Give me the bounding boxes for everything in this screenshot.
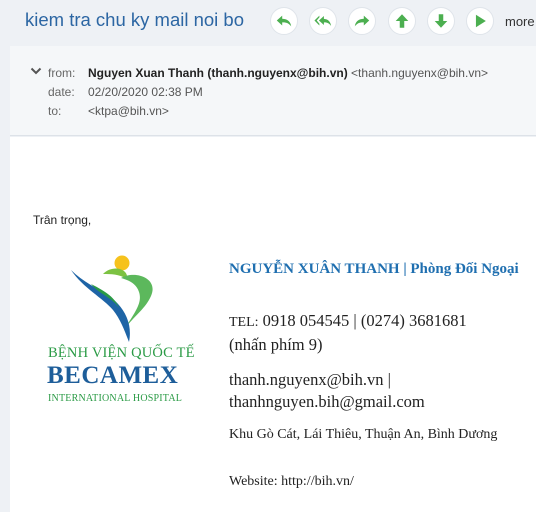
from-label: from:	[48, 66, 76, 80]
signature-phone: TEL: 0918 054545 | (0274) 3681681 (nhấn …	[229, 310, 469, 356]
reply-icon	[276, 15, 292, 27]
signature-name: NGUYỄN XUÂN THANH | Phòng Đối Ngoại	[229, 261, 519, 277]
date-label: date:	[48, 85, 75, 99]
reply-button[interactable]	[270, 7, 298, 35]
arrow-down-icon	[434, 14, 448, 28]
message-body: Trân trọng, BỆNH VIỆN QUỐC TẾ BECAMEX IN…	[10, 137, 536, 512]
more-button[interactable]: more	[505, 14, 535, 29]
chevron-down-icon[interactable]	[30, 65, 42, 77]
signature-emails[interactable]: thanh.nguyenx@bih.vn | thanhnguyen.bih@g…	[229, 369, 489, 413]
logo-emblem-icon	[71, 255, 153, 342]
signature-website[interactable]: Website: http://bih.vn/	[229, 474, 354, 490]
reply-all-icon	[314, 15, 332, 26]
logo-line-2: BECAMEX	[47, 362, 179, 389]
message-subject: kiem tra chu ky mail noi bo	[25, 9, 245, 30]
phone-label: TEL:	[229, 315, 259, 330]
date-value: 02/20/2020 02:38 PM	[88, 85, 203, 99]
previous-message-button[interactable]	[388, 7, 416, 35]
greeting-text: Trân trọng,	[33, 213, 92, 227]
logo-line-3: INTERNATIONAL HOSPITAL	[48, 393, 183, 404]
forward-icon	[354, 15, 370, 27]
from-email[interactable]: <thanh.nguyenx@bih.vn>	[351, 66, 488, 80]
arrow-up-icon	[395, 14, 409, 28]
from-name[interactable]: Nguyen Xuan Thanh (thanh.nguyenx@bih.vn)	[88, 66, 348, 80]
reply-all-button[interactable]	[309, 7, 337, 35]
logo-line-1: BỆNH VIỆN QUỐC TẾ	[48, 345, 195, 361]
hospital-logo: BỆNH VIỆN QUỐC TẾ BECAMEX INTERNATIONAL …	[45, 252, 220, 412]
signature-address: Khu Gò Cát, Lái Thiêu, Thuận An, Bình Dư…	[229, 427, 498, 442]
open-message-button[interactable]	[466, 7, 494, 35]
to-value[interactable]: <ktpa@bih.vn>	[88, 104, 169, 118]
play-icon	[475, 14, 486, 28]
from-field: Nguyen Xuan Thanh (thanh.nguyenx@bih.vn)…	[88, 66, 488, 80]
forward-button[interactable]	[348, 7, 376, 35]
next-message-button[interactable]	[427, 7, 455, 35]
to-label: to:	[48, 104, 62, 118]
message-header: from: Nguyen Xuan Thanh (thanh.nguyenx@b…	[10, 46, 536, 136]
message-toolbar: kiem tra chu ky mail noi bo more	[0, 0, 536, 46]
phone-value: 0918 054545 | (0274) 3681681 (nhấn phím …	[229, 311, 467, 354]
